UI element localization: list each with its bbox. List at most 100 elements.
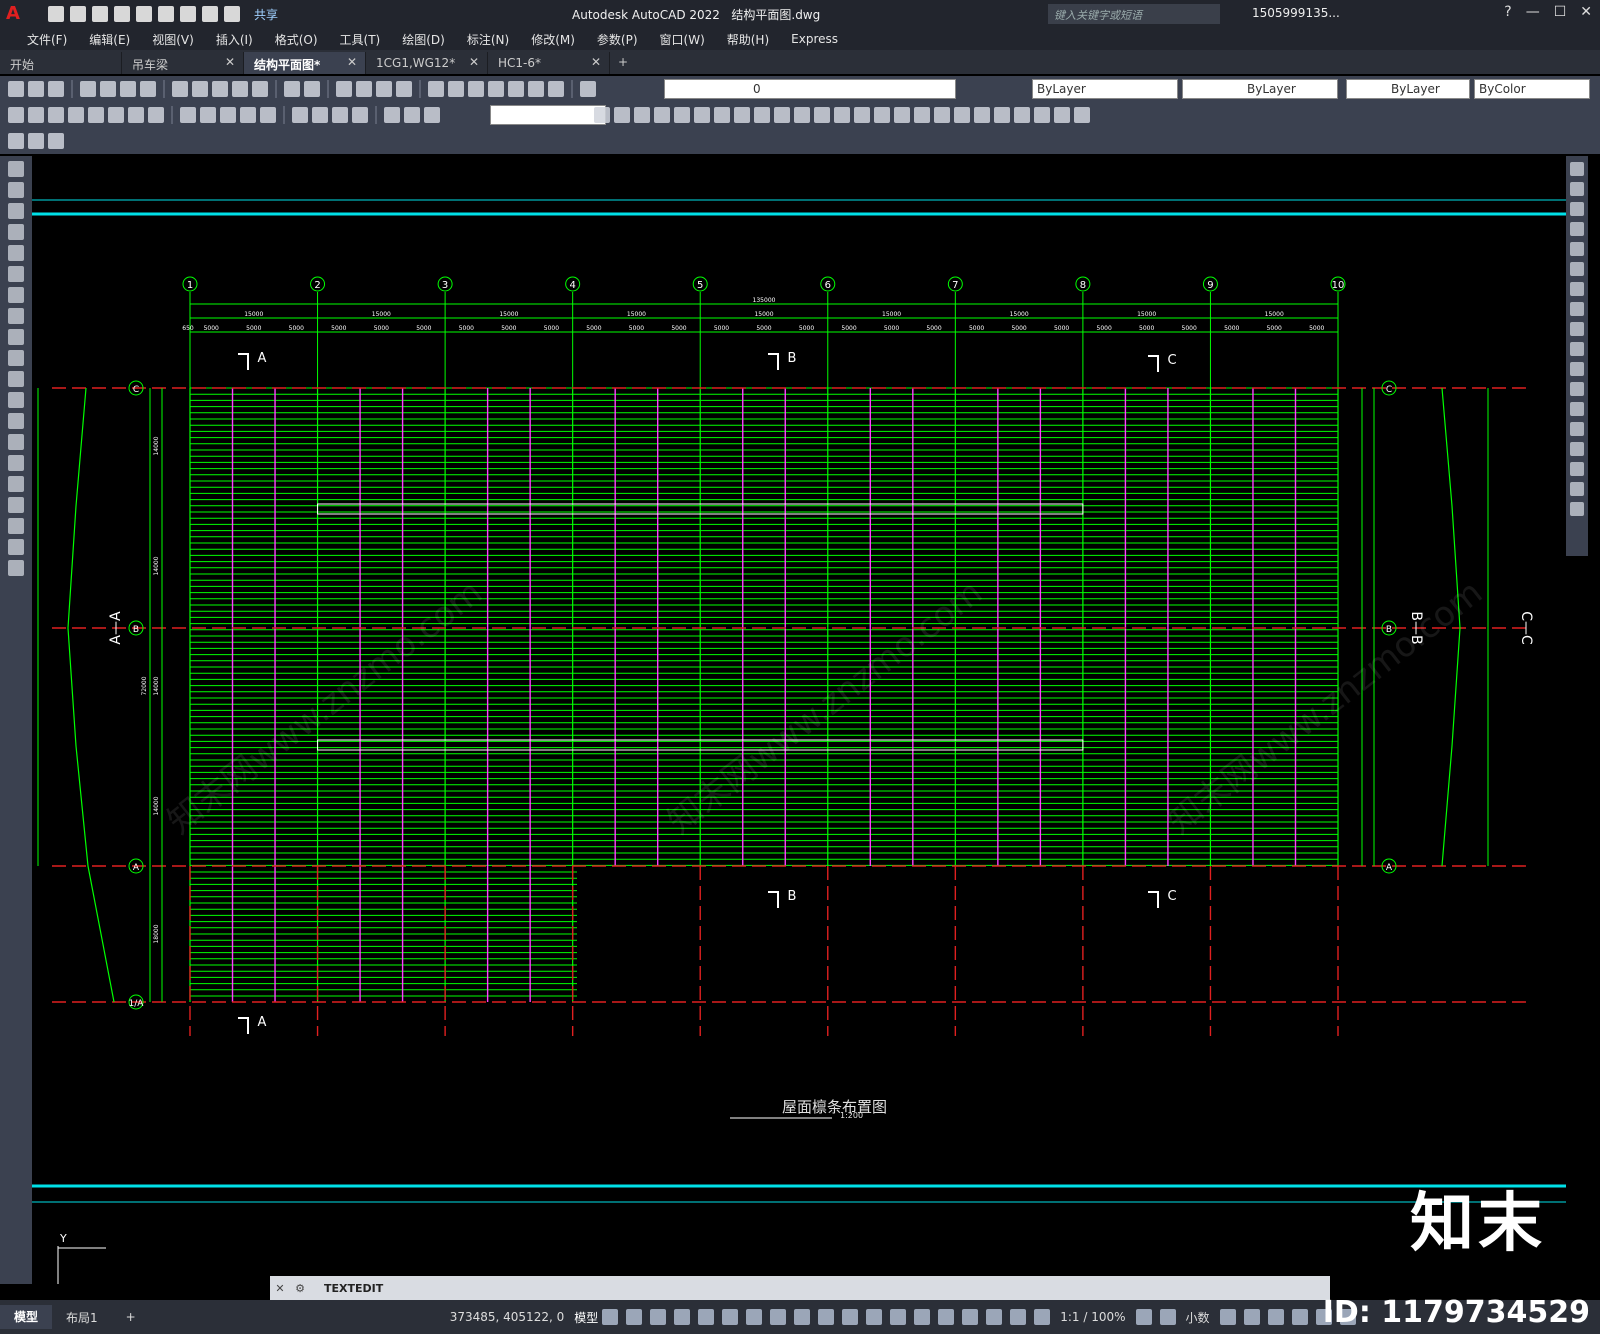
quick-properties-icon[interactable]: [1219, 1309, 1236, 1325]
menu-view[interactable]: 视图(V): [141, 31, 205, 48]
menu-window[interactable]: 窗口(W): [649, 31, 716, 48]
sheet-set-icon[interactable]: [488, 81, 504, 97]
tab-crane-beam[interactable]: 吊车梁 ✕: [122, 52, 244, 74]
new-icon[interactable]: [8, 81, 24, 97]
auto-scale-icon[interactable]: [1010, 1309, 1027, 1325]
dim-edit-icon[interactable]: [384, 107, 400, 123]
group-select-icon[interactable]: [1074, 107, 1090, 123]
move-icon[interactable]: [1570, 262, 1584, 276]
open-icon[interactable]: [70, 6, 86, 22]
break-icon[interactable]: [1570, 402, 1584, 416]
offset-icon[interactable]: [654, 107, 670, 123]
polar-icon[interactable]: [722, 1309, 739, 1325]
dim-style-dropdown[interactable]: [490, 105, 606, 125]
osnap-icon[interactable]: [794, 1309, 811, 1325]
customize-icon[interactable]: ⚙: [290, 1282, 310, 1295]
isolate-objects-icon[interactable]: [1267, 1309, 1284, 1325]
workspace-gear-icon[interactable]: [1135, 1309, 1152, 1325]
layer-dropdown[interactable]: 0: [664, 79, 956, 99]
close-icon[interactable]: ✕: [1580, 4, 1592, 20]
redo-icon[interactable]: [224, 6, 240, 22]
menu-file[interactable]: 文件(F): [16, 31, 78, 48]
draworder-front-icon[interactable]: [934, 107, 950, 123]
share-button[interactable]: 共享: [254, 6, 278, 23]
match-prop-icon[interactable]: [232, 81, 248, 97]
tab-structural-plan[interactable]: 结构平面图* ✕: [244, 52, 366, 74]
polyline-icon[interactable]: [8, 203, 24, 219]
properties-icon[interactable]: [428, 81, 444, 97]
diameter-icon[interactable]: [128, 107, 144, 123]
user-account[interactable]: 1505999135...: [1252, 6, 1340, 20]
arc-icon[interactable]: [8, 266, 24, 282]
rectangle-icon[interactable]: [8, 245, 24, 261]
undo-icon[interactable]: [202, 6, 218, 22]
help-icon[interactable]: ?: [1504, 4, 1511, 20]
tab-layout1[interactable]: 布局1: [52, 1309, 112, 1326]
ungroup-icon[interactable]: [1034, 107, 1050, 123]
point-icon[interactable]: [8, 434, 24, 450]
scale-icon[interactable]: [734, 107, 750, 123]
break-point-icon[interactable]: [1570, 382, 1584, 396]
dim-update-icon[interactable]: [424, 107, 440, 123]
pan-icon[interactable]: [336, 81, 352, 97]
close-tab-icon[interactable]: ✕: [591, 55, 601, 69]
trim-icon[interactable]: [774, 107, 790, 123]
ellipse-icon[interactable]: [8, 350, 24, 366]
add-layout-button[interactable]: +: [112, 1310, 150, 1324]
new-tab-button[interactable]: +: [610, 52, 634, 74]
linear-dim-icon[interactable]: [8, 107, 24, 123]
hatch-back-icon[interactable]: [994, 107, 1010, 123]
tab-start[interactable]: 开始: [0, 52, 122, 74]
plan-title[interactable]: 屋面檩条布置图: [782, 1098, 887, 1116]
fillet-icon[interactable]: [1570, 462, 1584, 476]
dynamic-input-icon[interactable]: [674, 1309, 691, 1325]
dynamic-ucs-icon[interactable]: [914, 1309, 931, 1325]
osnap-tracking-icon[interactable]: [770, 1309, 787, 1325]
menu-modify[interactable]: 修改(M): [520, 31, 586, 48]
angular-icon[interactable]: [148, 107, 164, 123]
color-dropdown[interactable]: ByLayer: [1032, 79, 1178, 99]
menu-draw[interactable]: 绘图(D): [391, 31, 456, 48]
aligned-dim-icon[interactable]: [28, 107, 44, 123]
close-tab-icon[interactable]: ✕: [347, 55, 357, 69]
break-icon[interactable]: [260, 107, 276, 123]
revcloud-icon[interactable]: [8, 308, 24, 324]
lineweight-dropdown[interactable]: ByLayer: [1346, 79, 1470, 99]
selection-cycling-icon[interactable]: [866, 1309, 883, 1325]
units-readout[interactable]: 小数: [1186, 1309, 1210, 1326]
zoom-previous-icon[interactable]: [396, 81, 412, 97]
annotation-scale[interactable]: 1:1 / 100%: [1060, 1310, 1125, 1324]
circle-icon[interactable]: [8, 287, 24, 303]
jogged-icon[interactable]: [108, 107, 124, 123]
zoom-window-icon[interactable]: [376, 81, 392, 97]
insert-icon[interactable]: [8, 392, 24, 408]
plotstyle-dropdown[interactable]: ByColor: [1474, 79, 1590, 99]
copy-icon[interactable]: [192, 81, 208, 97]
polygon-icon[interactable]: [8, 224, 24, 240]
trim-icon[interactable]: [1570, 342, 1584, 356]
cut-icon[interactable]: [172, 81, 188, 97]
linetype-dropdown[interactable]: ByLayer: [1182, 79, 1338, 99]
tab-1cg1[interactable]: 1CG1,WG12* ✕: [366, 52, 488, 74]
stretch-icon[interactable]: [1570, 322, 1584, 336]
menu-edit[interactable]: 编辑(E): [78, 31, 141, 48]
quick-dim-icon[interactable]: [180, 107, 196, 123]
drawing-canvas[interactable]: 1 2 3 4 5 6 7 8 9 10 135000 15000 15000 15000 15000 150…: [32, 156, 1566, 1292]
selection-filter-icon[interactable]: [938, 1309, 955, 1325]
rotate-icon[interactable]: [714, 107, 730, 123]
add-selected-icon[interactable]: [8, 560, 24, 576]
annotation-scale-icon[interactable]: [1034, 1309, 1051, 1325]
inspect-icon[interactable]: [332, 107, 348, 123]
help-icon[interactable]: [548, 81, 564, 97]
menu-help[interactable]: 帮助(H): [716, 31, 780, 48]
chamfer-icon[interactable]: [1570, 442, 1584, 456]
scale-icon[interactable]: [1570, 302, 1584, 316]
lock-ui-icon[interactable]: [1243, 1309, 1260, 1325]
command-line[interactable]: ✕ ⚙ TEXTEDIT: [270, 1276, 1330, 1300]
radius-icon[interactable]: [88, 107, 104, 123]
annotation-visibility-icon[interactable]: [986, 1309, 1003, 1325]
erase-icon[interactable]: [1570, 162, 1584, 176]
3d-dwf-icon[interactable]: [140, 81, 156, 97]
group-edit-icon[interactable]: [1054, 107, 1070, 123]
preview-icon[interactable]: [100, 81, 116, 97]
